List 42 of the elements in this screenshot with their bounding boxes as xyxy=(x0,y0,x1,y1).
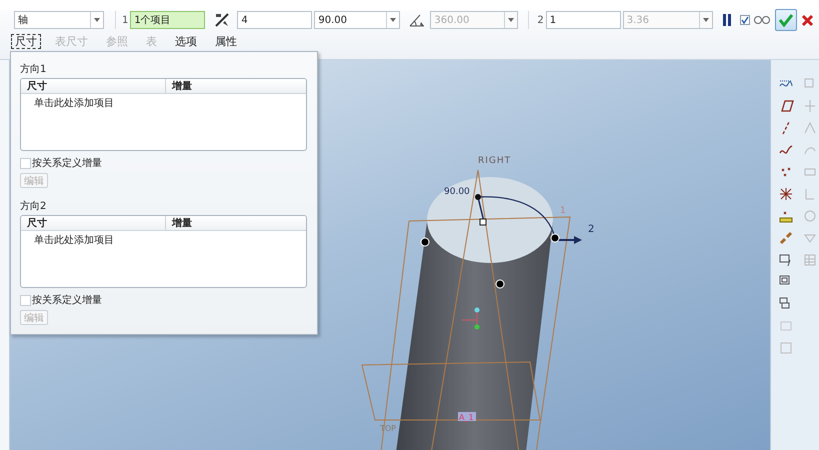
column-header: 尺寸 xyxy=(21,216,166,230)
member-count-field[interactable]: 4 xyxy=(237,11,312,29)
preview-checkbox[interactable] xyxy=(740,15,750,25)
section-title: 方向2 xyxy=(20,200,46,213)
cancel-icon[interactable] xyxy=(800,14,814,26)
confirm-button[interactable] xyxy=(774,9,797,31)
caret-icon[interactable] xyxy=(94,18,100,22)
dimension-value: 90.00 xyxy=(444,187,470,197)
member-count-field[interactable]: 1 xyxy=(546,11,621,29)
plane-icon[interactable] xyxy=(778,98,794,114)
column-header: 增量 xyxy=(170,216,192,230)
panel-tab[interactable]: 尺寸 xyxy=(11,34,41,48)
direction-index: 2 xyxy=(537,14,544,26)
caret-icon[interactable] xyxy=(390,18,396,22)
pause-icon[interactable] xyxy=(722,13,732,27)
spacing-dropdown[interactable]: 90.00 xyxy=(314,11,400,29)
relation-checkbox[interactable] xyxy=(20,294,31,306)
glasses-icon[interactable] xyxy=(752,15,771,25)
axis-label: A_1 xyxy=(459,413,474,422)
drag-handle[interactable] xyxy=(550,234,560,242)
plane-label: RIGHT xyxy=(478,156,512,166)
column-header: 增量 xyxy=(170,80,192,93)
panel-tab[interactable]: 选项 xyxy=(171,34,201,48)
section-title: 方向1 xyxy=(20,62,46,76)
asterisk-icon[interactable] xyxy=(778,186,794,202)
direction-index: 1 xyxy=(122,14,128,26)
add-item-row[interactable]: 单击此处添加项目 xyxy=(21,94,114,110)
coordinate-system-icon xyxy=(462,308,480,330)
add-item-row[interactable]: 单击此处添加项目 xyxy=(21,231,114,247)
drag-handle[interactable] xyxy=(420,238,430,246)
checkbox-label: 按关系定义增量 xyxy=(32,156,102,170)
drag-handle[interactable] xyxy=(496,280,504,288)
reference-collector[interactable]: 1个项目 xyxy=(130,11,206,29)
direction-label: 2 xyxy=(588,224,594,235)
chain-icon[interactable] xyxy=(778,230,794,246)
column-header: 尺寸 xyxy=(21,79,166,93)
flip-direction-icon[interactable] xyxy=(213,11,232,29)
relation-checkbox[interactable] xyxy=(20,158,31,168)
direction-label: 1 xyxy=(560,206,566,216)
reference-type-dropdown[interactable]: 轴 xyxy=(14,11,104,29)
checkbox-label: 按关系定义增量 xyxy=(32,294,102,307)
panel-tab[interactable]: 属性 xyxy=(211,34,241,48)
